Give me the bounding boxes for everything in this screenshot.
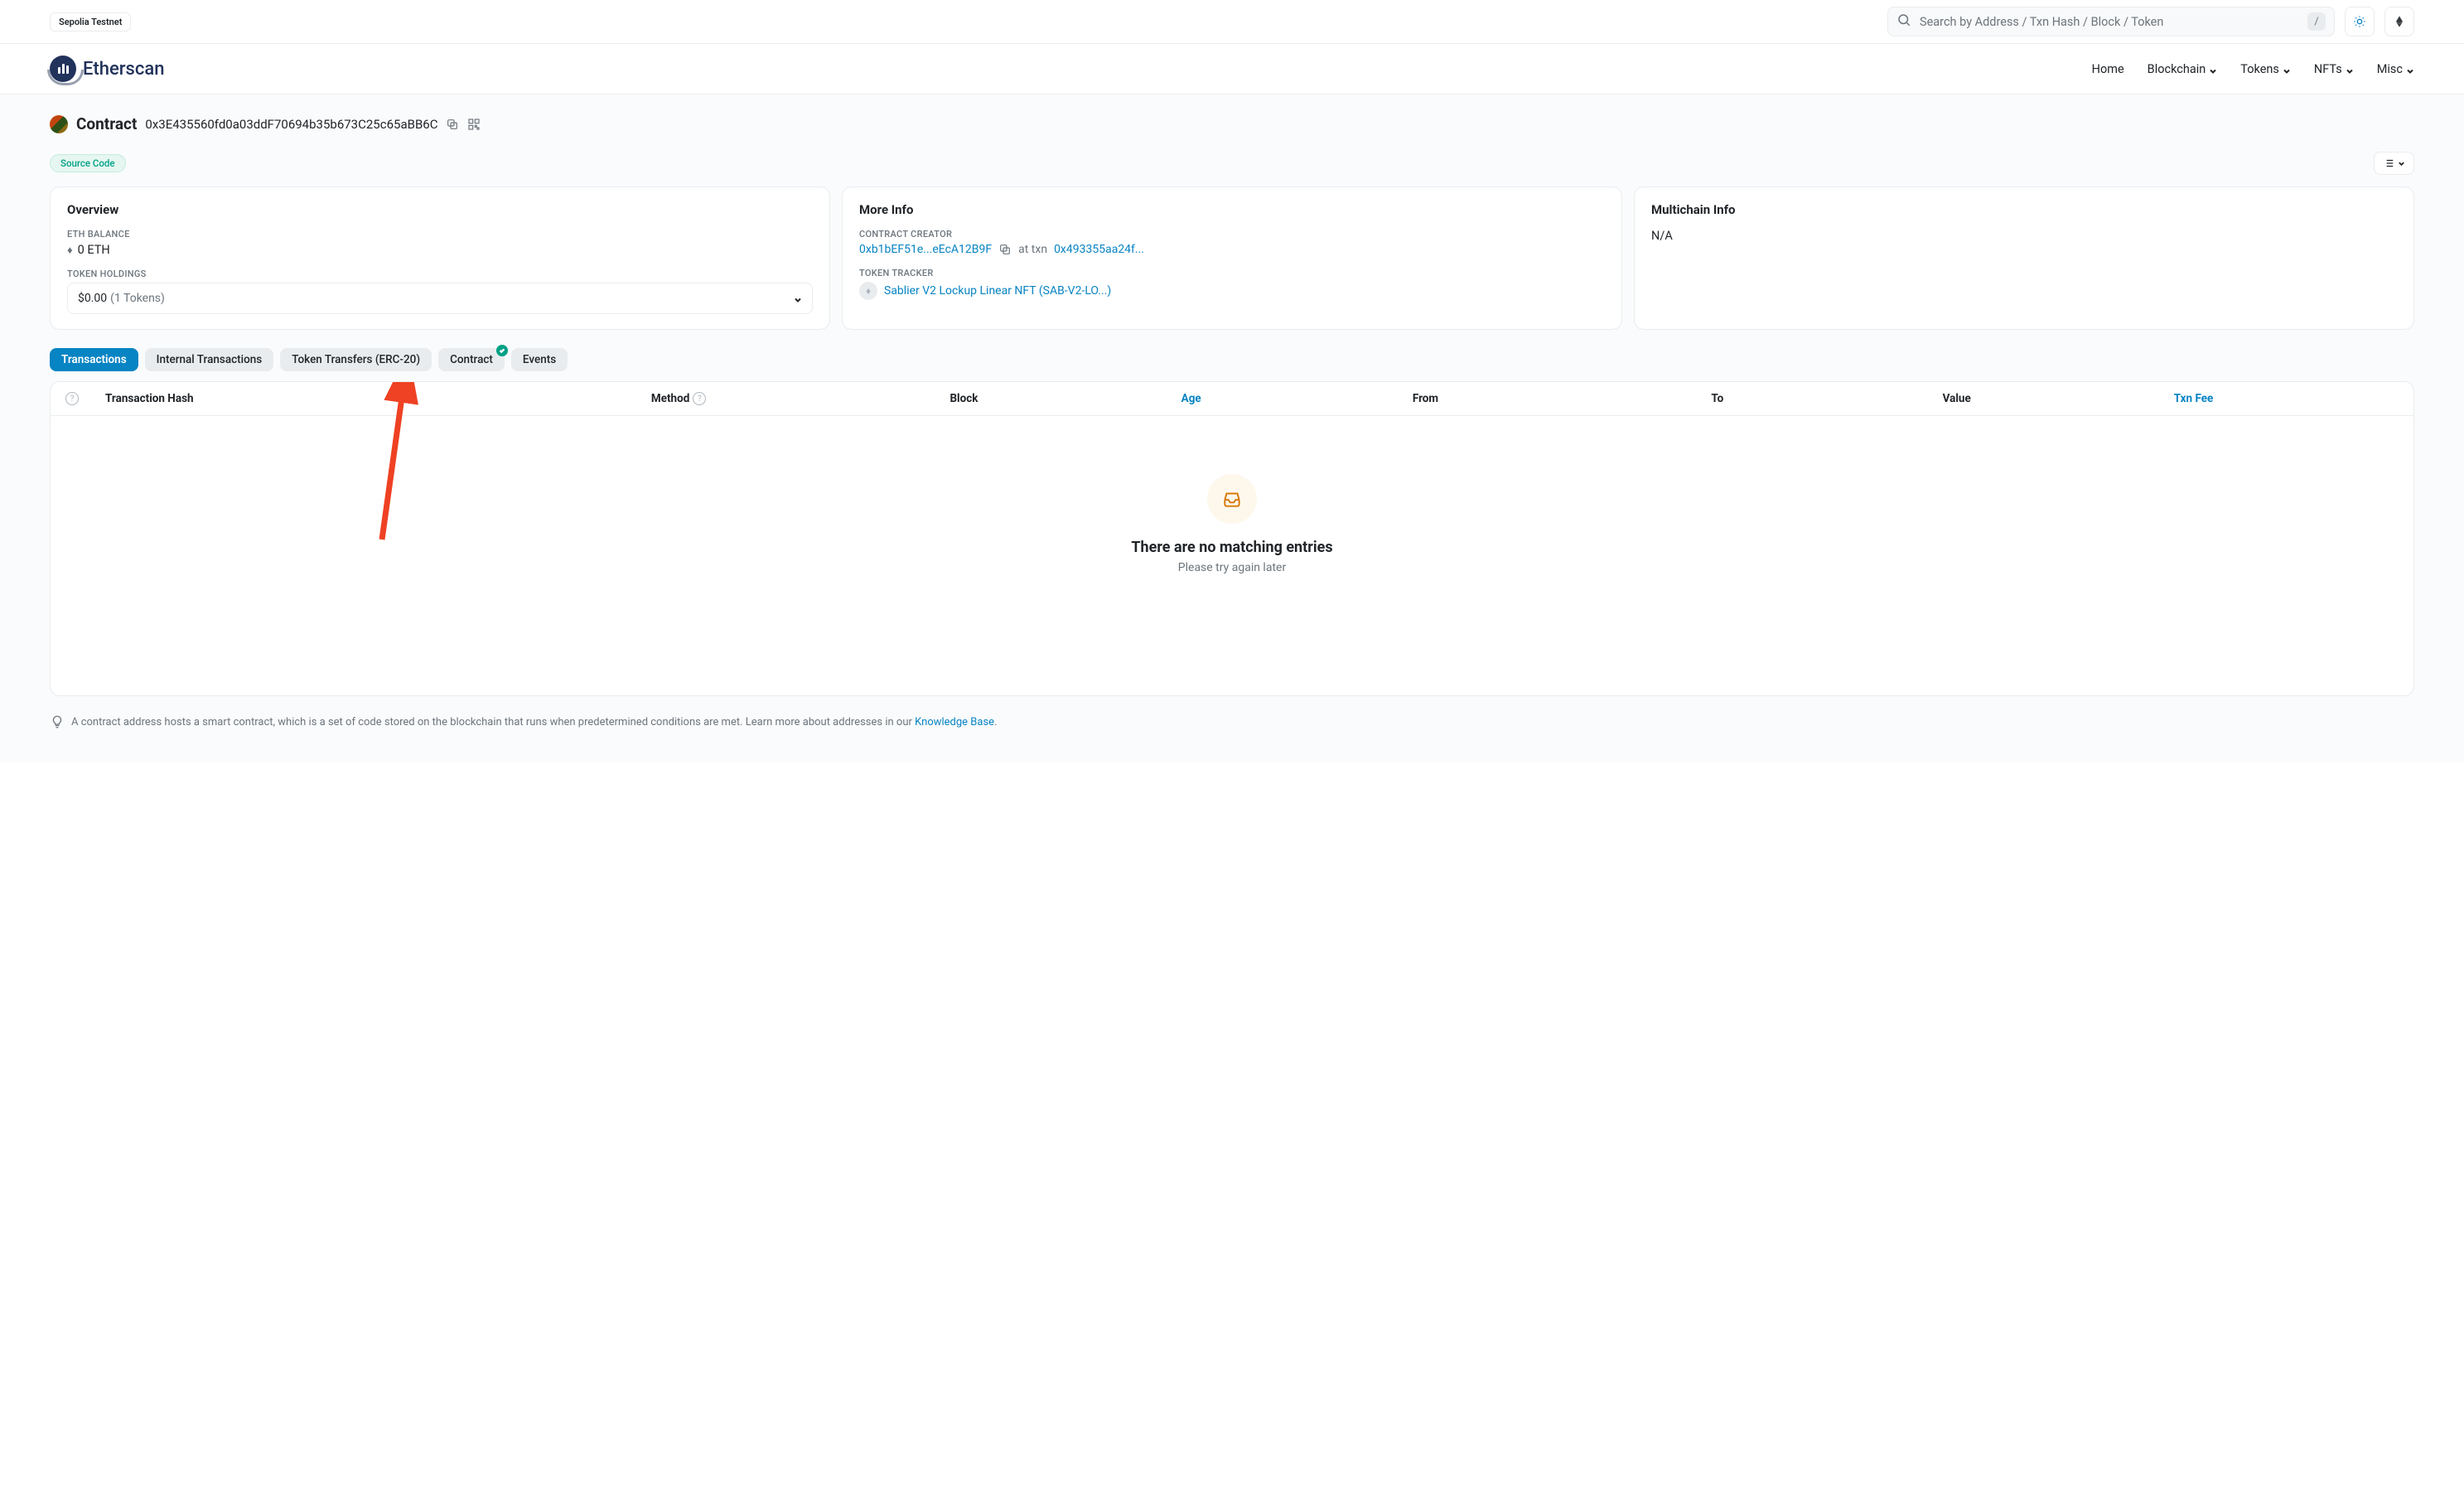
nav-bar: Etherscan Home Blockchain Tokens NFTs Mi… [0,44,2464,94]
chevron-down-icon [2283,65,2291,73]
table-header: ? Transaction Hash Method? Block Age Fro… [51,382,2413,416]
nav-tokens[interactable]: Tokens [2240,62,2291,76]
badge-row: Source Code [50,152,2414,175]
empty-subtitle: Please try again later [1178,561,1286,574]
tab-events[interactable]: Events [511,348,568,371]
balance-value: ♦ 0 ETH [67,243,813,257]
moreinfo-card: More Info CONTRACT CREATOR 0xb1bEF51e...… [842,186,1622,330]
nav-home[interactable]: Home [2092,62,2124,76]
overview-heading: Overview [67,202,813,217]
tip-text: A contract address hosts a smart contrac… [71,716,915,728]
chevron-down-icon [2209,65,2217,73]
at-txn-label: at txn [1018,243,1047,256]
kbd-hint: / [2307,12,2326,31]
search-input[interactable] [1920,15,2299,29]
tab-contract[interactable]: Contract [438,348,505,371]
info-cards: Overview ETH BALANCE ♦ 0 ETH TOKEN HOLDI… [50,186,2414,330]
theme-toggle[interactable] [2345,7,2375,36]
network-badge[interactable]: Sepolia Testnet [50,12,131,31]
nav-links: Home Blockchain Tokens NFTs Misc [2092,62,2414,76]
col-txhash: Transaction Hash [105,392,645,405]
nav-misc[interactable]: Misc [2377,62,2414,76]
multichain-heading: Multichain Info [1651,202,2397,217]
overview-card: Overview ETH BALANCE ♦ 0 ETH TOKEN HOLDI… [50,186,830,330]
transactions-panel: ? Transaction Hash Method? Block Age Fro… [50,381,2414,696]
col-method: Method? [651,392,944,405]
source-code-badge[interactable]: Source Code [50,154,126,172]
copy-icon[interactable] [446,118,459,131]
empty-state: There are no matching entries Please try… [51,416,2413,624]
logo-mark-icon [50,56,76,82]
bulb-icon [50,714,65,729]
copy-icon[interactable] [998,243,1012,256]
empty-title: There are no matching entries [1131,539,1332,556]
col-block: Block [949,392,1174,405]
eth-icon-button[interactable] [2384,7,2414,36]
search-box[interactable]: / [1887,7,2335,36]
col-value: Value [1943,392,2167,405]
holdings-label: TOKEN HOLDINGS [67,269,813,279]
logo-text: Etherscan [83,59,164,80]
tab-internal-transactions[interactable]: Internal Transactions [145,348,274,371]
nav-blockchain[interactable]: Blockchain [2148,62,2218,76]
chevron-down-icon [2346,65,2354,73]
chevron-down-icon [794,294,802,302]
multichain-value: N/A [1651,229,2397,243]
help-icon[interactable]: ? [65,392,79,405]
token-tracker-link[interactable]: Sablier V2 Lockup Linear NFT (SAB-V2-LO.… [884,284,1111,298]
col-from: From [1413,392,1705,405]
knowledge-base-link[interactable]: Knowledge Base [915,716,994,728]
balance-label: ETH BALANCE [67,229,813,240]
creator-txn-link[interactable]: 0x493355aa24f... [1054,243,1144,256]
actions-menu-button[interactable] [2374,152,2414,175]
qr-icon[interactable] [467,118,481,131]
footer-tip: A contract address hosts a smart contrac… [50,714,2414,729]
inbox-icon [1207,474,1257,524]
contract-address: 0x3E435560fd0a03ddF70694b35b673C25c65aBB… [145,117,437,132]
page-body: Contract 0x3E435560fd0a03ddF70694b35b673… [0,94,2464,762]
tab-transactions[interactable]: Transactions [50,348,138,371]
nav-nfts[interactable]: NFTs [2314,62,2354,76]
eth-glyph-icon: ♦ [67,244,73,257]
tab-token-transfers[interactable]: Token Transfers (ERC-20) [280,348,432,371]
blockie-icon [50,115,68,133]
verified-check-icon [496,345,508,356]
tab-bar: Transactions Internal Transactions Token… [50,348,2414,371]
token-icon: ♦ [859,282,877,300]
token-holdings-dropdown[interactable]: $0.00 (1 Tokens) [67,283,813,314]
multichain-card: Multichain Info N/A [1634,186,2414,330]
creator-address-link[interactable]: 0xb1bEF51e...eEcA12B9F [859,243,992,256]
title-row: Contract 0x3E435560fd0a03ddF70694b35b673… [50,114,2414,133]
help-icon[interactable]: ? [693,392,706,405]
col-txnfee[interactable]: Txn Fee [2174,392,2399,405]
tracker-label: TOKEN TRACKER [859,268,1605,278]
page-title: Contract [76,114,137,133]
logo[interactable]: Etherscan [50,56,164,82]
top-bar: Sepolia Testnet / [0,0,2464,44]
chevron-down-icon [2406,65,2414,73]
col-age[interactable]: Age [1181,392,1406,405]
search-icon [1896,12,1911,31]
creator-label: CONTRACT CREATOR [859,229,1605,240]
col-to: To [1711,392,1935,405]
moreinfo-heading: More Info [859,202,1605,217]
tip-text-end: . [994,716,997,728]
